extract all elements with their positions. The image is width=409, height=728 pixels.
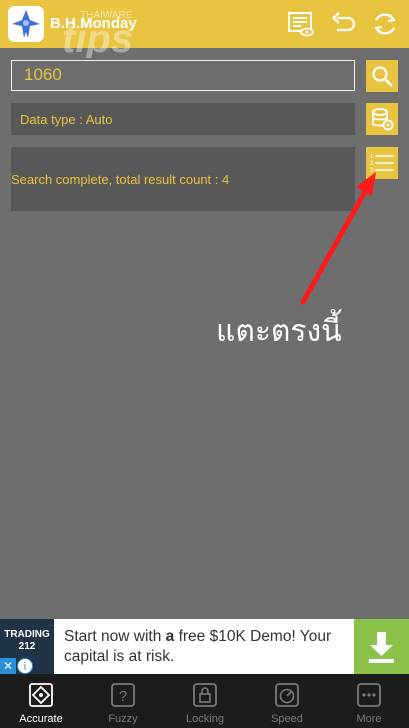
tab-label: Fuzzy (108, 713, 138, 725)
svg-text:3: 3 (370, 168, 374, 174)
question-icon: ? (111, 683, 135, 707)
search-input[interactable]: 1060 (11, 60, 355, 91)
undo-icon[interactable] (329, 10, 357, 38)
database-settings-button[interactable] (366, 103, 398, 135)
view-list-icon[interactable] (287, 10, 315, 38)
speedometer-icon (275, 683, 299, 707)
tab-speed[interactable]: Speed (246, 674, 328, 728)
bottom-tab-bar: Accurate ? Fuzzy Locking Speed More (0, 674, 409, 728)
svg-text:2: 2 (370, 161, 374, 167)
ad-download-button[interactable] (354, 619, 409, 674)
tab-locking[interactable]: Locking (164, 674, 246, 728)
data-type-selector[interactable]: Data type : Auto (11, 103, 355, 135)
download-icon (369, 632, 394, 663)
app-logo (8, 6, 44, 42)
app-title: B.H.Monday (50, 15, 137, 32)
ad-banner[interactable]: TRADING 212 ✕ i Start now with a free $1… (0, 619, 409, 674)
ad-close-icon[interactable]: ✕ (0, 658, 16, 674)
crosshair-icon (29, 683, 53, 707)
svg-text:1: 1 (370, 154, 374, 160)
app-header: THAIWARE tips B.H.Monday (0, 0, 409, 58)
tab-fuzzy[interactable]: ? Fuzzy (82, 674, 164, 728)
database-gear-icon (372, 108, 394, 131)
numbered-list-icon: 1 2 3 (370, 154, 394, 174)
search-result-status: Search complete, total result count : 4 (11, 147, 355, 211)
ad-info-icon[interactable]: i (17, 658, 33, 674)
lock-icon (193, 683, 217, 707)
svg-text:?: ? (119, 688, 127, 705)
annotation-label: แตะตรงนี้ (216, 314, 342, 349)
tab-accurate[interactable]: Accurate (0, 674, 82, 728)
more-icon (357, 683, 381, 707)
ad-text[interactable]: Start now with a free $10K Demo! Your ca… (64, 627, 344, 667)
tab-more[interactable]: More (328, 674, 409, 728)
ad-brand-line1: TRADING (4, 629, 50, 640)
search-icon (372, 66, 393, 87)
ad-text-prefix: Start now with (64, 628, 166, 645)
tab-label: Speed (271, 713, 303, 725)
ad-brand-line2: 212 (18, 641, 36, 652)
refresh-icon[interactable] (371, 10, 399, 38)
ad-text-bold: a (165, 628, 175, 645)
tab-label: More (356, 713, 382, 725)
search-button[interactable] (366, 60, 398, 92)
tab-label: Locking (186, 713, 224, 725)
tab-label: Accurate (19, 713, 63, 725)
result-list-button[interactable]: 1 2 3 (366, 147, 398, 179)
